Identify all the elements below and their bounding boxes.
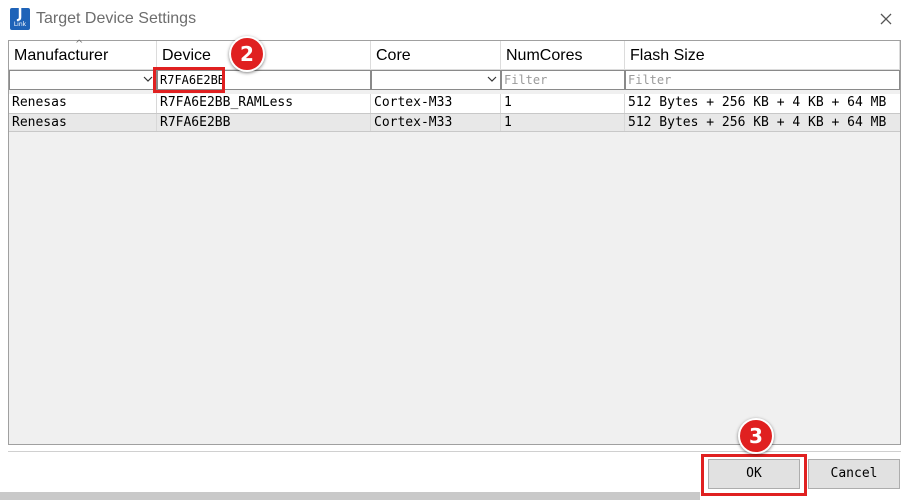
core-filter-select[interactable]	[371, 70, 501, 90]
filter-placeholder: Filter	[628, 73, 672, 87]
cell-manufacturer: Renesas	[9, 114, 157, 131]
numcores-filter-input[interactable]: Filter	[501, 70, 625, 90]
footer-divider	[8, 451, 901, 452]
window-title: Target Device Settings	[36, 10, 197, 27]
manufacturer-filter-select[interactable]	[9, 70, 157, 90]
cancel-button[interactable]: Cancel	[808, 459, 900, 489]
step-badge-2: 2	[229, 36, 265, 72]
icon-letter: J	[17, 7, 23, 22]
cell-manufacturer: Renesas	[9, 94, 157, 113]
cell-numcores: 1	[501, 114, 625, 131]
cell-device: R7FA6E2BB_RAMLess	[157, 94, 371, 113]
cell-numcores: 1	[501, 94, 625, 113]
column-header-label: Manufacturer	[14, 47, 109, 64]
highlight-device-filter	[153, 67, 225, 93]
sort-up-icon: ^	[75, 39, 84, 50]
highlight-ok-button	[701, 454, 807, 496]
jlink-app-icon: J Link	[10, 8, 30, 30]
column-header-core[interactable]: Core	[371, 41, 501, 70]
table-empty-area	[9, 132, 900, 444]
column-header-label: Device	[162, 47, 211, 64]
cell-device: R7FA6E2BB	[157, 114, 371, 131]
column-header-label: NumCores	[506, 47, 583, 64]
column-header-flash-size[interactable]: Flash Size	[625, 41, 900, 70]
icon-caption: Link	[13, 21, 27, 28]
background-strip	[0, 492, 700, 500]
table-row[interactable]: Renesas R7FA6E2BB Cortex-M33 1 512 Bytes…	[9, 113, 900, 132]
device-table: ^ Manufacturer Device Core NumCores Flas…	[8, 39, 901, 445]
cell-flash-size: 512 Bytes + 256 KB + 4 KB + 64 MB	[628, 115, 887, 130]
cell-core: Cortex-M33	[371, 114, 501, 131]
column-header-label: Core	[376, 47, 411, 64]
title-bar: J Link Target Device Settings	[0, 0, 910, 38]
close-icon[interactable]	[872, 6, 900, 32]
filter-placeholder: Filter	[504, 73, 548, 87]
step-badge-3: 3	[738, 418, 774, 454]
cell-flash-size: 512 Bytes + 256 KB + 4 KB + 64 MB	[628, 95, 887, 110]
column-header-numcores[interactable]: NumCores	[501, 41, 625, 70]
column-header-label: Flash Size	[630, 47, 705, 64]
flash-size-filter-input[interactable]: Filter	[625, 70, 900, 90]
chevron-down-icon	[486, 72, 498, 86]
table-row[interactable]: Renesas R7FA6E2BB_RAMLess Cortex-M33 1 5…	[9, 94, 900, 113]
cell-core: Cortex-M33	[371, 94, 501, 113]
column-header-manufacturer[interactable]: ^ Manufacturer	[9, 39, 157, 70]
